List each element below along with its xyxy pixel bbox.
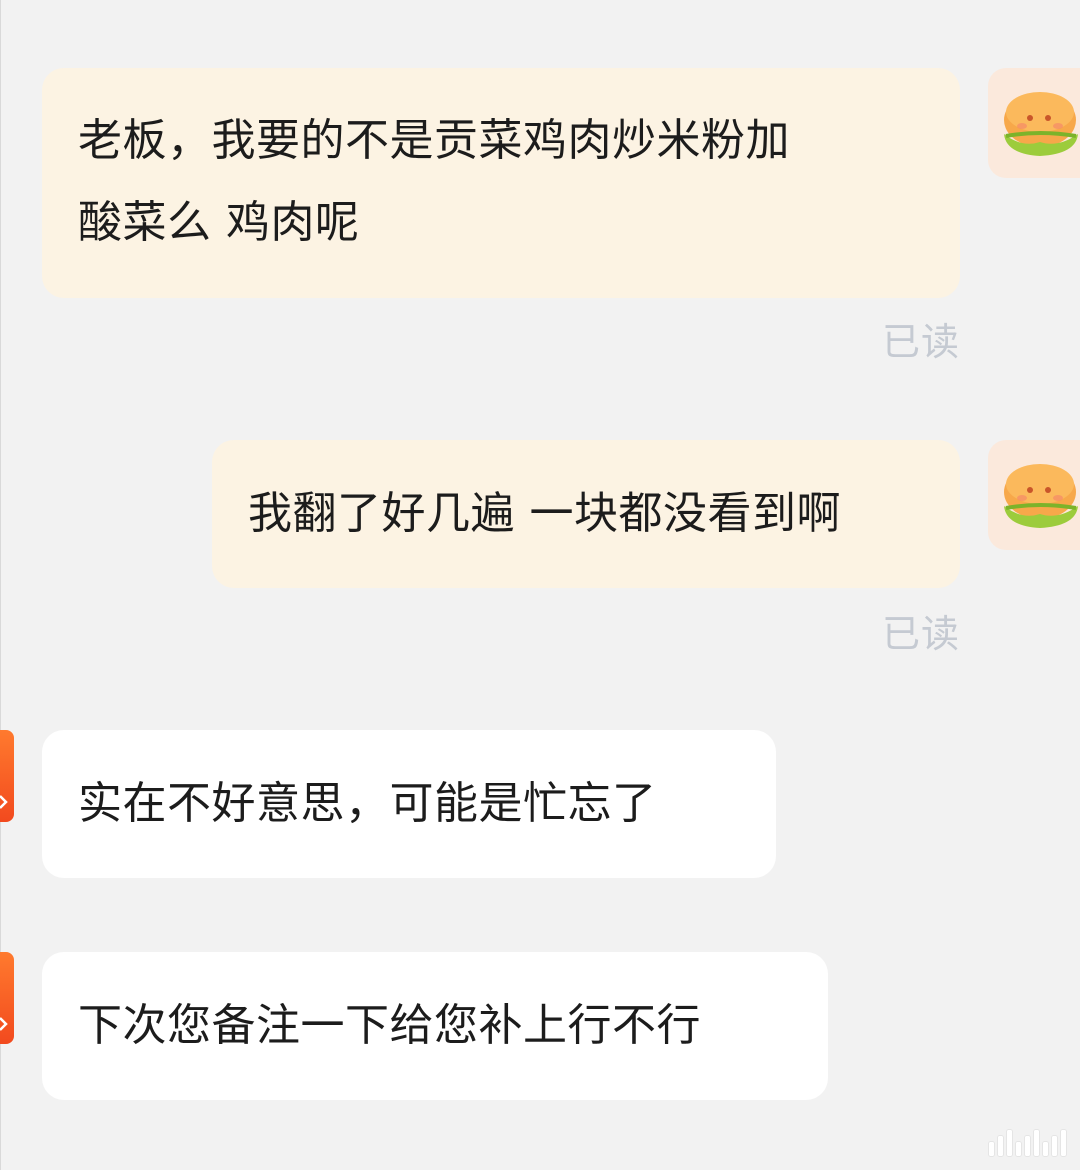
message-text-line: 酸菜么 鸡肉呢 [78,197,360,248]
shop-logo-icon [0,795,8,809]
watermark-icon [989,1130,1066,1156]
merchant-avatar[interactable] [0,730,14,822]
message-bubble-mine[interactable]: 我翻了好几遍 一块都没看到啊 [212,440,960,588]
my-avatar[interactable] [988,440,1080,550]
message-text-line: 实在不好意思，可能是忙忘了 [78,778,657,829]
my-avatar[interactable] [988,68,1080,178]
burger-icon [1004,464,1078,528]
merchant-avatar[interactable] [0,952,14,1044]
read-status: 已读 [882,320,961,364]
burger-icon [1004,92,1078,156]
message-bubble-mine[interactable]: 老板，我要的不是贡菜鸡肉炒米粉加 酸菜么 鸡肉呢 [42,68,960,298]
message-text-line: 我翻了好几遍 一块都没看到啊 [248,488,841,539]
shop-logo-icon [0,1017,8,1031]
message-text-line: 老板，我要的不是贡菜鸡肉炒米粉加 [78,115,790,166]
message-text-line: 下次您备注一下给您补上行不行 [78,1000,701,1051]
read-status: 已读 [882,612,961,656]
message-bubble-merchant[interactable]: 实在不好意思，可能是忙忘了 [42,730,776,878]
message-bubble-merchant[interactable]: 下次您备注一下给您补上行不行 [42,952,828,1100]
